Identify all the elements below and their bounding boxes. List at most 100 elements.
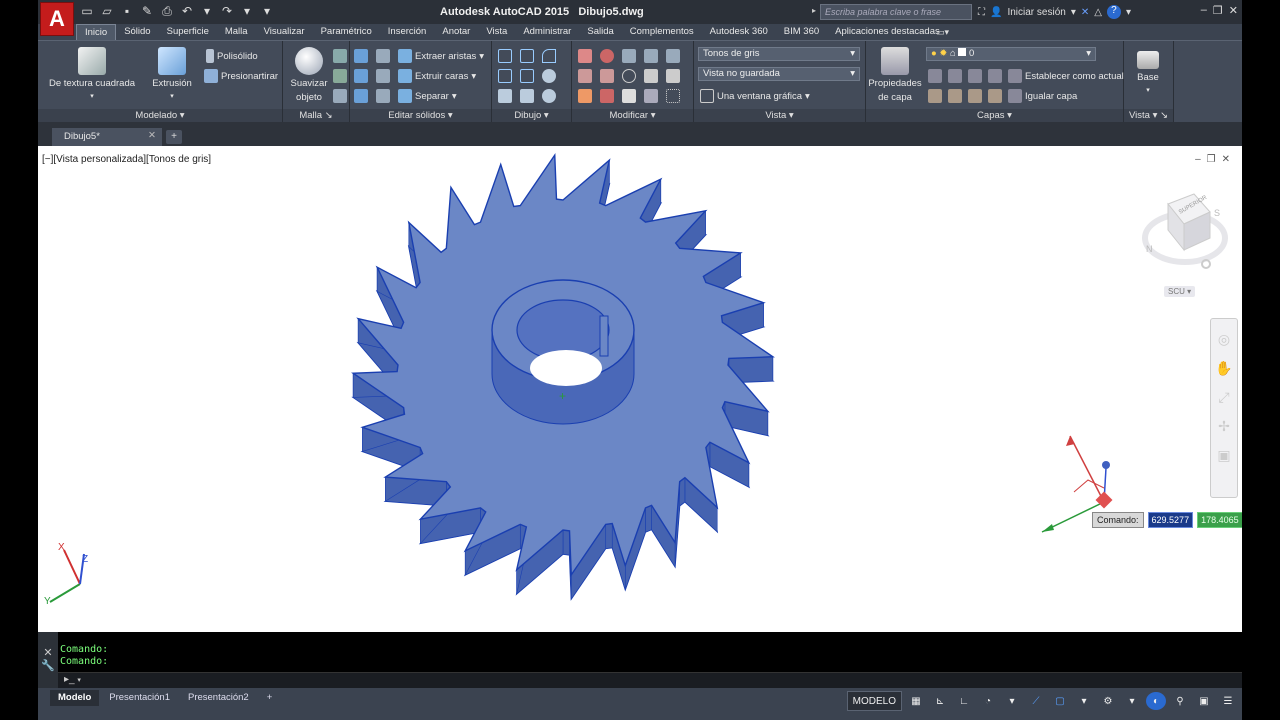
snap-mode-icon[interactable]: ⊾ (930, 691, 950, 711)
ribbon-tab-13[interactable]: BIM 360 (776, 24, 827, 40)
file-tab-close-icon[interactable]: ✕ (148, 130, 156, 141)
visual-style-select[interactable]: Tonos de gris ▾ (698, 47, 860, 61)
layout-tab-0[interactable]: Modelo (50, 690, 100, 706)
3d-rotate-icon[interactable] (666, 89, 680, 103)
polar-tracking-icon[interactable]: ◔ (978, 691, 998, 711)
pan-icon[interactable]: ✋ (1211, 360, 1237, 377)
help-dropdown-icon[interactable]: ▾ (1126, 7, 1131, 18)
layer-properties-button[interactable]: Propiedades de capa (868, 47, 922, 103)
union-icon[interactable] (354, 49, 368, 63)
recent-commands-dropdown-icon[interactable]: ▾ (77, 677, 81, 684)
workspace-dropdown-icon[interactable]: ▾ (1122, 691, 1142, 711)
layer-unisolate-icon[interactable] (948, 89, 962, 103)
layer-unlock-icon[interactable] (988, 89, 1002, 103)
ortho-icon[interactable]: ∟ (954, 691, 974, 711)
panel-dibujo-title[interactable]: Dibujo ▾ (492, 109, 571, 123)
thicken-icon[interactable] (376, 89, 390, 103)
panel-capas-title[interactable]: Capas ▾ (866, 109, 1123, 123)
separate-button[interactable]: Separar ▾ (398, 89, 457, 103)
saw-gear-model[interactable]: + (38, 146, 1242, 632)
slice-icon[interactable] (376, 69, 390, 83)
dynamic-input-x[interactable]: 629.5277 (1147, 512, 1194, 528)
erase-icon[interactable] (578, 89, 592, 103)
panel-modificar-title[interactable]: Modificar ▾ (572, 109, 693, 123)
set-current-button[interactable]: Establecer como actual (1008, 69, 1124, 83)
match-layer-button[interactable]: Igualar capa (1008, 89, 1077, 103)
clean-screen-icon[interactable]: ▣ (1194, 691, 1214, 711)
plot-icon[interactable]: ⎙ (160, 4, 174, 18)
drawing-viewport[interactable]: [−][Vista personalizada][Tonos de gris] … (38, 146, 1242, 632)
ribbon-tab-9[interactable]: Administrar (515, 24, 579, 40)
ribbon-tab-1[interactable]: Sólido (116, 24, 158, 40)
isometric-drafting-icon[interactable]: ⟋ (1026, 691, 1046, 711)
command-input[interactable]: ▸_ ▾ (58, 672, 1242, 688)
layer-on-icon[interactable] (928, 89, 942, 103)
rotate-icon[interactable] (622, 69, 636, 83)
layout-tab-1[interactable]: Presentación1 (101, 690, 178, 706)
layer-thaw-icon[interactable] (968, 89, 982, 103)
undo-dropdown-icon[interactable]: ▾ (200, 4, 214, 18)
ribbon-tab-4[interactable]: Visualizar (256, 24, 313, 40)
layer-isolate-icon[interactable] (948, 69, 962, 83)
interfere-icon[interactable] (376, 49, 390, 63)
panel-modelado-title[interactable]: Modelado ▾ (38, 109, 282, 123)
ribbon-tab-2[interactable]: Superficie (159, 24, 217, 40)
steering-wheel-icon[interactable]: ◎ (1211, 331, 1237, 348)
intersect-icon[interactable] (354, 89, 368, 103)
search-expand-icon[interactable]: ▸ (812, 6, 816, 15)
polygon-icon[interactable] (498, 89, 512, 103)
xline-icon[interactable] (520, 69, 534, 83)
layer-off-icon[interactable] (928, 69, 942, 83)
binoculars-icon[interactable]: ⛶ (978, 7, 985, 18)
align-icon[interactable] (622, 89, 636, 103)
help-icon[interactable]: ? (1106, 5, 1121, 19)
panel-editar-solidos-title[interactable]: Editar sólidos ▾ (350, 109, 491, 123)
extract-edges-button[interactable]: Extraer aristas ▾ (398, 49, 484, 63)
hardware-acceleration-icon[interactable]: ◐ (1146, 692, 1166, 710)
mesh-refine-icon[interactable] (333, 69, 347, 83)
new-file-icon[interactable]: ▭ (80, 4, 94, 18)
scale-icon[interactable] (600, 69, 614, 83)
polar-dropdown-icon[interactable]: ▾ (1002, 691, 1022, 711)
viewport-config-button[interactable]: Una ventana gráfica ▾ (700, 89, 810, 103)
ellipse-icon[interactable] (542, 89, 556, 103)
ribbon-tab-10[interactable]: Salida (579, 24, 621, 40)
polyline-icon[interactable] (520, 49, 534, 63)
named-view-select[interactable]: Vista no guardada ▾ (698, 67, 860, 81)
save-as-icon[interactable]: ✎ (140, 4, 154, 18)
extrude-faces-button[interactable]: Extruir caras ▾ (398, 69, 476, 83)
minimize-icon[interactable]: ‒ (1201, 4, 1207, 17)
ribbon-tab-14[interactable]: Aplicaciones destacadas (827, 24, 948, 40)
box-button[interactable]: De textura cuadrada ▾ (49, 47, 135, 100)
close-icon[interactable]: ✕ (1229, 4, 1238, 17)
ribbon-tab-5[interactable]: Paramétrico (313, 24, 380, 40)
restore-icon[interactable]: ❐ (1213, 4, 1223, 17)
model-space-button[interactable]: MODELO (846, 691, 902, 711)
ucs-icon[interactable]: X Z Y (42, 540, 102, 610)
save-icon[interactable]: ▪ (120, 4, 134, 18)
command-customize-icon[interactable]: 🔧 (38, 659, 58, 672)
circle-icon[interactable] (542, 69, 556, 83)
presspull-button[interactable]: Presionartirar (204, 69, 278, 83)
command-close-icon[interactable]: ✕ (38, 646, 58, 659)
command-line-handle[interactable]: ✕ 🔧 (38, 632, 58, 688)
new-layout-button[interactable]: + (258, 690, 281, 706)
polysolid-button[interactable]: Polisólido (206, 49, 258, 63)
stretch-icon[interactable] (578, 69, 592, 83)
autodesk-360-icon[interactable]: △ (1094, 7, 1102, 18)
arc-icon[interactable] (542, 49, 556, 63)
base-view-button[interactable]: Base ▾ (1130, 51, 1166, 94)
exchange-apps-icon[interactable]: ✕ (1081, 7, 1089, 18)
workspace-gear-icon[interactable]: ⚙ (1098, 691, 1118, 711)
fillet-icon[interactable] (600, 49, 614, 63)
object-snap-icon[interactable]: ▢ (1050, 691, 1070, 711)
panel-base-title[interactable]: Vista ▾ ↘ (1124, 109, 1173, 123)
ribbon-tab-8[interactable]: Vista (478, 24, 515, 40)
customize-qat-icon[interactable]: ▾ (260, 4, 274, 18)
array-icon[interactable] (644, 49, 658, 63)
ucs-menu[interactable]: SCU ▾ (1164, 286, 1196, 297)
move-icon[interactable] (622, 49, 636, 63)
grid-icon[interactable]: ▦ (906, 691, 926, 711)
copy-icon[interactable] (666, 69, 680, 83)
extrude-button[interactable]: Extrusión ▾ (150, 47, 194, 100)
